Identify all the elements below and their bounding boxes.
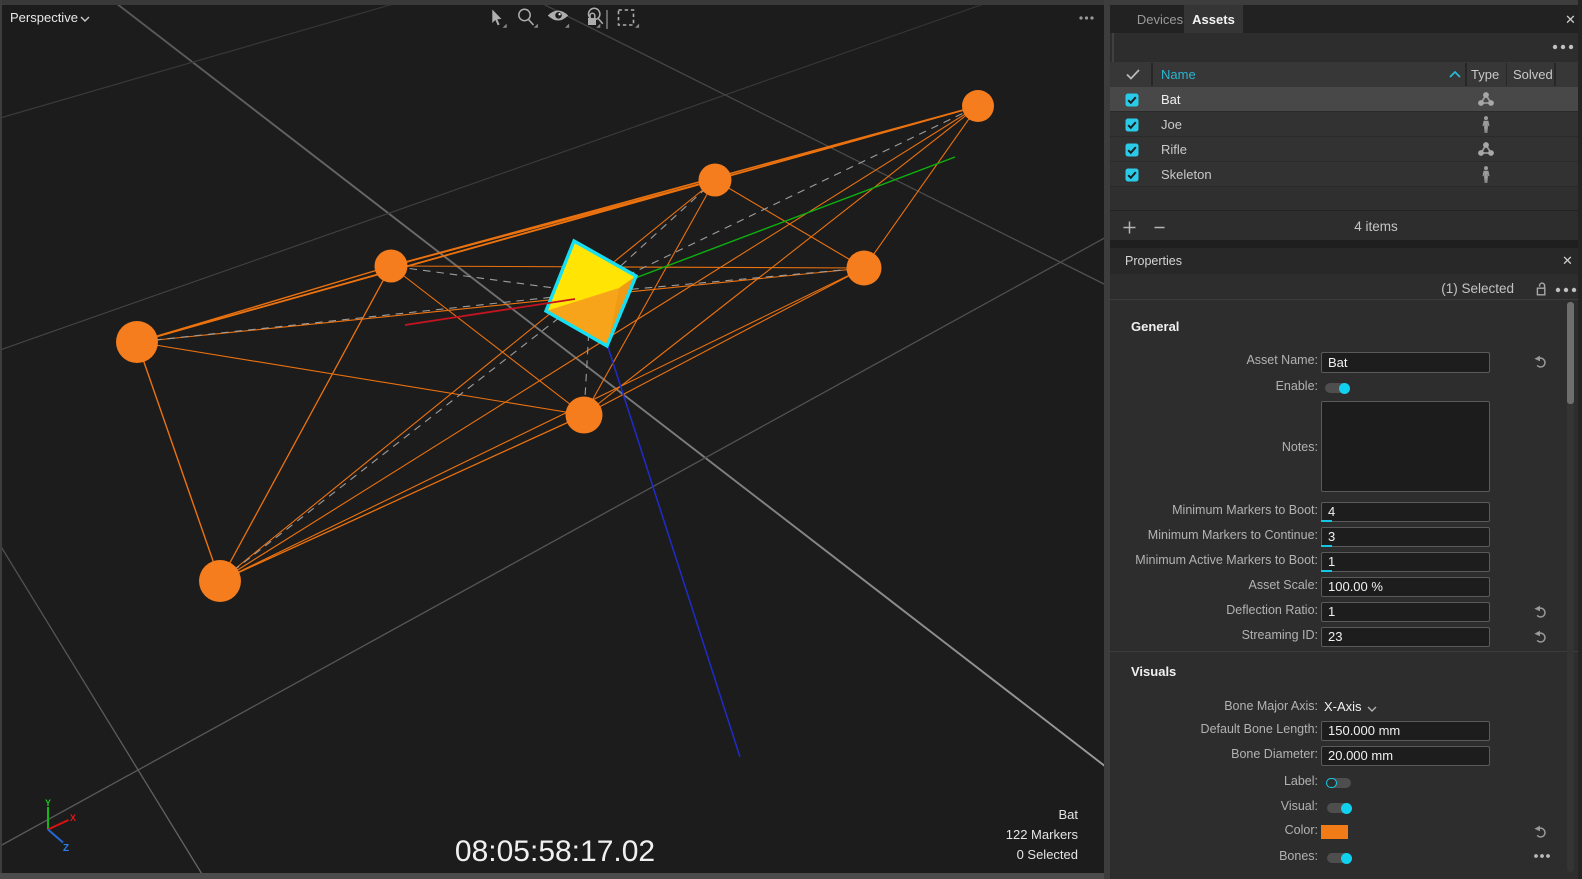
svg-text:X: X: [70, 813, 76, 823]
svg-text:Y: Y: [45, 798, 51, 808]
